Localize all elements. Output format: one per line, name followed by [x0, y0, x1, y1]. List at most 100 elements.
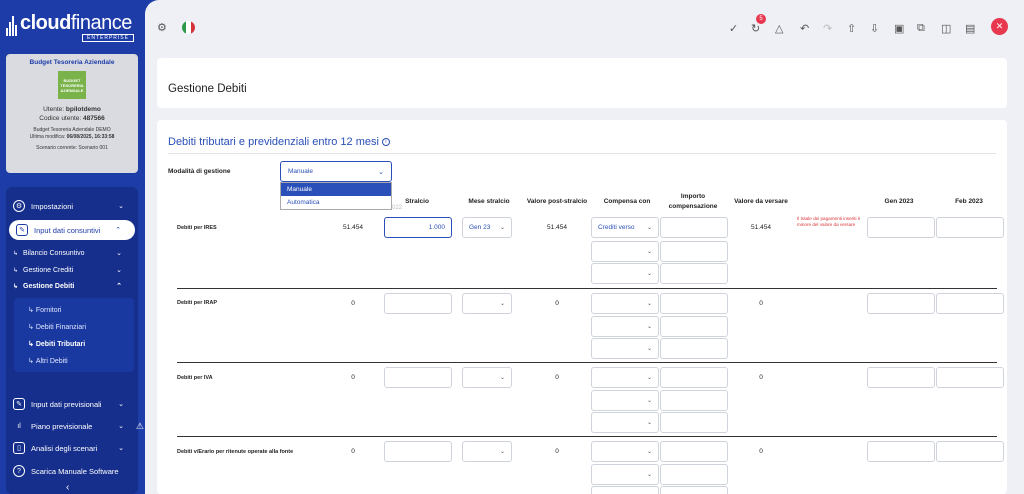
menu-scenari[interactable]: ▯ Analisi degli scenari ⌄ [6, 438, 138, 458]
importo-input[interactable] [660, 367, 728, 388]
page-title: Gestione Debiti [168, 83, 247, 95]
importo-input[interactable] [660, 486, 728, 494]
check-icon[interactable]: ✓ [729, 22, 738, 35]
company-meta: Budget Tesoreria Aziendale DEMO Ultima m… [29, 127, 115, 140]
chevron-down-icon: ⌄ [378, 168, 384, 176]
compensa-select[interactable]: ⌄ [591, 263, 659, 284]
row-label: Debiti per IRAP [177, 300, 218, 306]
settings-icon[interactable]: ⚙ [157, 21, 167, 34]
row-value: 0 [351, 448, 355, 455]
bar-chart-icon: ıl [17, 422, 21, 430]
chevron-down-icon: ⌄ [499, 301, 505, 307]
stralcio-input[interactable]: 1.000 [384, 217, 452, 238]
importo-input[interactable] [660, 293, 728, 314]
notification-badge: 5 [756, 14, 766, 24]
copy-icon[interactable]: ⧉ [917, 22, 925, 35]
info-icon[interactable]: i [381, 138, 390, 147]
gen-input[interactable] [867, 367, 935, 388]
row-divider [177, 288, 997, 289]
importo-input[interactable] [660, 412, 728, 433]
menu-piano[interactable]: ıl Piano previsionale ⌄ ⚠ [6, 416, 144, 436]
menu-manuale[interactable]: ? Scarica Manuale Software [6, 461, 138, 481]
importo-input[interactable] [660, 390, 728, 411]
compensa-select[interactable]: ⌄ [591, 338, 659, 359]
gear-icon: ⚙ [13, 200, 25, 212]
header-stralcio: Stralcio [405, 198, 429, 205]
compensa-select[interactable]: ⌄ [591, 367, 659, 388]
importo-input[interactable] [660, 263, 728, 284]
main-area: ⚙ ✓ ↻ △ 5 ↶ ↷ ⇧ ⇩ ▣ ⧉ ◫ ▤ ✕ Gestione Deb… [145, 0, 1024, 494]
importo-input[interactable] [660, 241, 728, 262]
chevron-down-icon: ⌄ [499, 449, 505, 455]
compensa-select[interactable]: ⌄ [591, 441, 659, 462]
compensa-select[interactable]: ⌄ [591, 316, 659, 337]
chevron-down-icon: ⌄ [646, 249, 652, 255]
section-title: Debiti tributari e previdenziali entro 1… [168, 136, 390, 148]
stralcio-input[interactable] [384, 367, 452, 388]
chevron-down-icon: ⌄ [646, 449, 652, 455]
italy-flag-icon[interactable] [182, 21, 195, 34]
upload-icon[interactable]: ⇧ [847, 22, 856, 35]
redo-icon[interactable]: ↷ [823, 22, 832, 35]
importo-input[interactable] [660, 338, 728, 359]
menu-finanziari[interactable]: ↳ Debiti Finanziari [28, 320, 86, 334]
compensa-select[interactable]: Crediti verso ⌄ [591, 217, 659, 238]
chevron-up-icon: ⌃ [115, 227, 121, 234]
compensa-select[interactable]: ⌄ [591, 412, 659, 433]
chevron-down-icon: ⌄ [116, 267, 122, 274]
gen-input[interactable] [867, 217, 935, 238]
importo-input[interactable] [660, 441, 728, 462]
importo-input[interactable] [660, 316, 728, 337]
feb-input[interactable] [936, 367, 1004, 388]
mode-option-automatica[interactable]: Automatica [281, 196, 391, 209]
menu-altri[interactable]: ↳ Altri Debiti [28, 354, 68, 368]
compensa-select[interactable]: ⌄ [591, 390, 659, 411]
close-button[interactable]: ✕ [991, 18, 1008, 35]
feb-input[interactable] [936, 293, 1004, 314]
menu-impostazioni[interactable]: ⚙ Impostazioni ⌄ [6, 196, 138, 216]
compensa-select[interactable]: ⌄ [591, 241, 659, 262]
header-compensa: Compensa con [603, 198, 651, 205]
menu-tributari[interactable]: ↳ Debiti Tributari [28, 337, 85, 351]
refresh-icon[interactable]: ↻ [751, 22, 760, 35]
chevron-down-icon: ⌄ [499, 375, 505, 381]
mese-select[interactable]: Gen 23 ⌄ [462, 217, 512, 238]
gen-input[interactable] [867, 441, 935, 462]
collapse-sidebar-icon[interactable]: ‹ [66, 482, 69, 493]
gen-input[interactable] [867, 293, 935, 314]
compensa-select[interactable]: ⌄ [591, 464, 659, 485]
stralcio-input[interactable] [384, 293, 452, 314]
row-value: 51.454 [343, 224, 363, 231]
topbar: ⚙ ✓ ↻ △ 5 ↶ ↷ ⇧ ⇩ ▣ ⧉ ◫ ▤ ✕ [145, 0, 1024, 56]
mese-select[interactable]: ⌄ [462, 441, 512, 462]
save-icon[interactable]: ▣ [894, 22, 904, 35]
undo-icon[interactable]: ↶ [800, 22, 809, 35]
feb-input[interactable] [936, 217, 1004, 238]
importo-input[interactable] [660, 217, 728, 238]
menu-bilancio[interactable]: ↳ Bilancio Consuntivo ⌄ [9, 245, 138, 261]
menu-fornitori[interactable]: ↳ Fornitori [28, 303, 62, 317]
mese-select[interactable]: ⌄ [462, 367, 512, 388]
menu-input-previsionali[interactable]: ✎ Input dati previsionali ⌄ [6, 394, 138, 414]
importo-input[interactable] [660, 464, 728, 485]
mese-select[interactable]: ⌄ [462, 293, 512, 314]
post-value: 0 [555, 374, 559, 381]
compensa-select[interactable]: ⌄ [591, 486, 659, 494]
content-panel: Debiti tributari e previdenziali entro 1… [157, 120, 1007, 494]
download-icon[interactable]: ⇩ [870, 22, 879, 35]
logo-text: cloudfinance [20, 12, 132, 34]
compensa-select[interactable]: ⌄ [591, 293, 659, 314]
menu-crediti[interactable]: ↳ Gestione Crediti ⌄ [9, 262, 138, 278]
mode-select[interactable]: Manuale ⌄ [280, 161, 392, 182]
sub-arrow-icon: ↳ [13, 250, 19, 257]
alert-icon[interactable]: △ [775, 22, 783, 35]
stralcio-input[interactable] [384, 441, 452, 462]
post-value: 0 [555, 300, 559, 307]
layout-icon[interactable]: ◫ [941, 22, 951, 35]
menu-debiti[interactable]: ↳ Gestione Debiti ⌃ [9, 278, 138, 294]
menu-input-consuntivi[interactable]: ✎ Input dati consuntivi ⌃ [9, 220, 135, 240]
app-logo[interactable]: cloudfinance ENTERPRISE [6, 12, 138, 42]
feb-input[interactable] [936, 441, 1004, 462]
mode-option-manuale[interactable]: Manuale [281, 183, 391, 196]
panel-icon[interactable]: ▤ [965, 22, 975, 35]
